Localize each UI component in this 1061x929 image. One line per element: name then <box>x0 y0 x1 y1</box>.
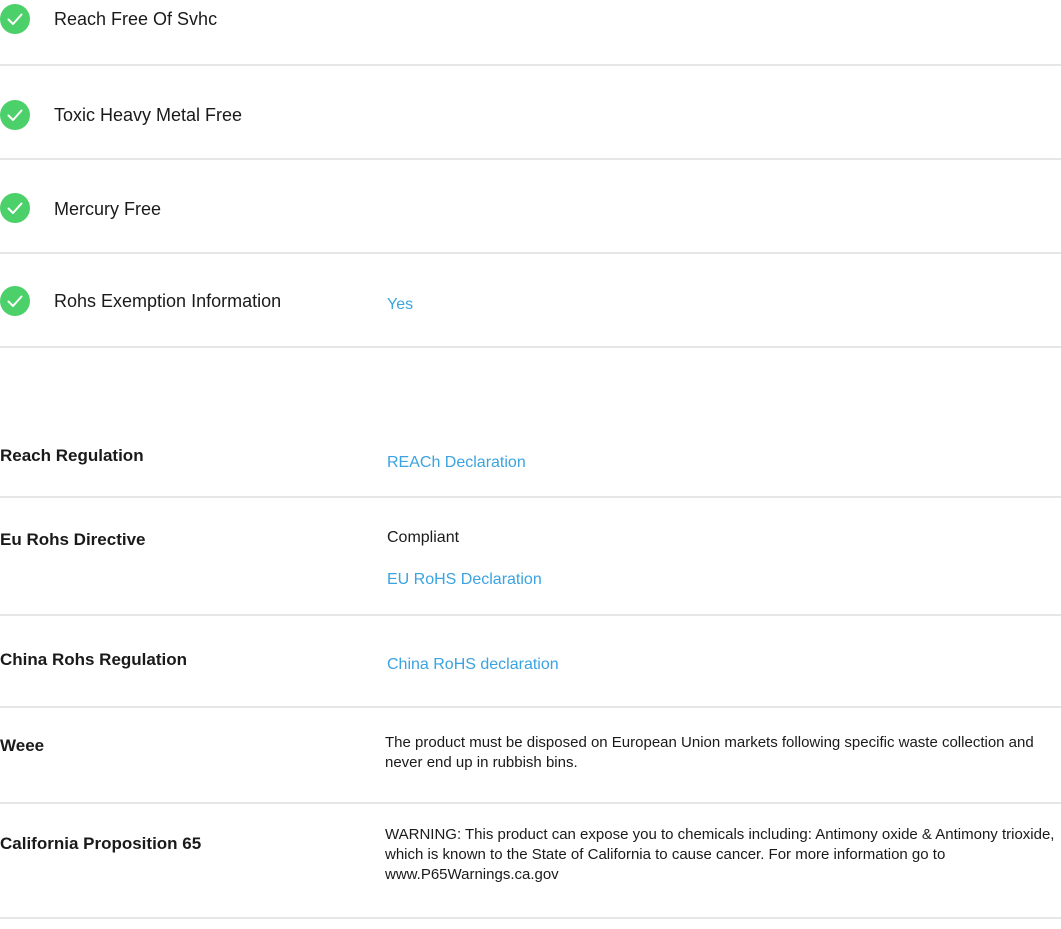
regulation-row-prop65: California Proposition 65 WARNING: This … <box>0 804 1061 919</box>
compliance-row: Mercury Free <box>0 160 1061 254</box>
check-circle-icon <box>0 193 30 223</box>
regulation-label: Weee <box>0 736 45 755</box>
regulation-label: Eu Rohs Directive <box>0 530 146 549</box>
compliance-row: Toxic Heavy Metal Free <box>0 66 1061 160</box>
check-circle-icon <box>0 286 30 316</box>
eu-rohs-declaration-link[interactable]: EU RoHS Declaration <box>387 571 542 589</box>
reach-declaration-link[interactable]: REACh Declaration <box>387 454 526 472</box>
china-rohs-declaration-link[interactable]: China RoHS declaration <box>387 656 559 674</box>
check-circle-icon <box>0 100 30 130</box>
regulation-row-weee: Weee The product must be disposed on Eur… <box>0 708 1061 804</box>
rohs-exemption-value[interactable]: Yes <box>387 296 413 314</box>
regulation-row-eu-rohs: Eu Rohs Directive Compliant EU RoHS Decl… <box>0 498 1061 616</box>
compliance-row: Reach Free Of Svhc <box>0 0 1061 66</box>
compliance-label: Toxic Heavy Metal Free <box>54 105 243 125</box>
weee-description: The product must be disposed on European… <box>385 734 1034 771</box>
compliance-row: Rohs Exemption Information Yes <box>0 254 1061 348</box>
regulation-row-reach: Reach Regulation REACh Declaration <box>0 420 1061 498</box>
regulation-row-china-rohs: China Rohs Regulation China RoHS declara… <box>0 616 1061 708</box>
check-circle-icon <box>0 4 30 34</box>
compliance-label: Mercury Free <box>54 199 162 219</box>
regulation-label: China Rohs Regulation <box>0 650 187 669</box>
prop65-warning: WARNING: This product can expose you to … <box>385 826 1055 883</box>
regulation-label: California Proposition 65 <box>0 834 202 853</box>
compliance-label: Rohs Exemption Information <box>54 291 282 311</box>
eu-rohs-status: Compliant <box>387 529 460 546</box>
compliance-label: Reach Free Of Svhc <box>54 9 218 29</box>
regulation-label: Reach Regulation <box>0 446 144 465</box>
